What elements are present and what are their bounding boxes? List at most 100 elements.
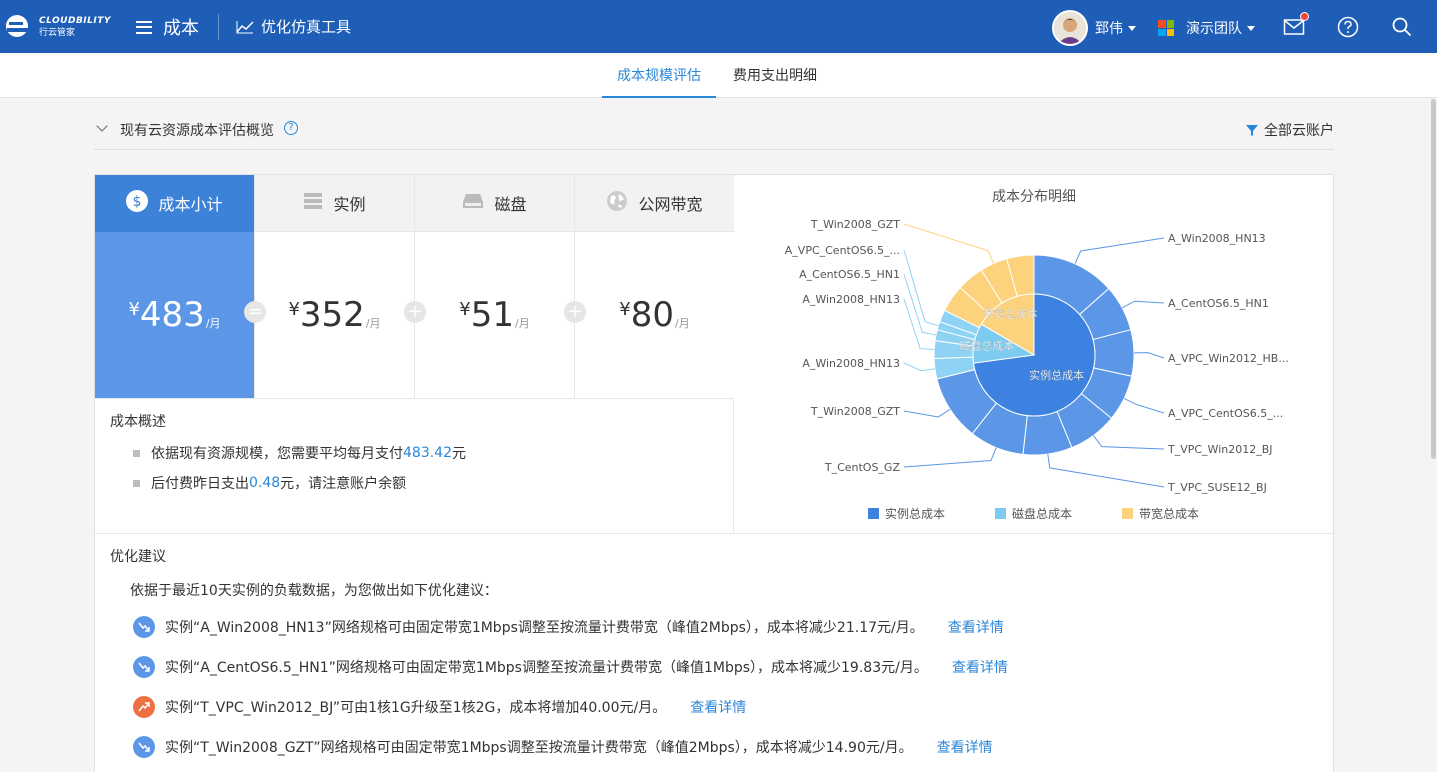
simulation-tool-link[interactable]: 优化仿真工具 — [236, 16, 351, 37]
summary-line-monthly: 依据现有资源规模，您需要平均每月支付 483.42 元 — [133, 443, 466, 463]
cost-col-disk: 磁盘 ¥51/月 — [415, 175, 575, 398]
tab-expense-details[interactable]: 费用支出明细 — [726, 53, 824, 98]
dollar-icon: $ — [126, 190, 149, 216]
main-menu-button[interactable]: 成本 — [136, 14, 199, 40]
suggestion-text: 实例“T_Win2008_GZT”网络规格可由固定带宽1Mbps调整至按流量计费… — [165, 740, 913, 756]
legend-label[interactable]: 带宽总成本 — [1139, 506, 1199, 521]
module-title: 成本 — [163, 18, 199, 39]
notification-dot — [1300, 12, 1309, 21]
cost-bandwidth-value: ¥80/月 — [619, 295, 690, 335]
search-icon[interactable] — [1391, 16, 1413, 38]
cost-col-total: $ 成本小计 ¥483/月 — [95, 175, 255, 398]
pie-slice-label: A_VPC_Win2012_HB... — [1168, 352, 1289, 365]
cost-col-label: 公网带宽 — [638, 195, 703, 214]
summary-title: 成本概述 — [110, 414, 166, 430]
top-navbar: CLOUDBILITY 行云管家 成本 优化仿真工具 郅伟 演示团队 — [0, 0, 1437, 53]
cost-distribution-chart: 成本分布明细 实例总成本 磁盘总成本 带宽总成本 A_Win2008_HN13 A_Ce… — [734, 175, 1334, 533]
optimization-intro: 依据于最近10天实例的负载数据，为您做出如下优化建议： — [130, 583, 498, 599]
pie-slice-label: A_Win2008_HN13 — [802, 293, 900, 306]
account-filter-label: 全部云账户 — [1264, 123, 1334, 139]
pie-leader-line — [1133, 352, 1165, 359]
monthly-cost-value: 483.42 — [403, 445, 452, 461]
optimization-title: 优化建议 — [110, 549, 166, 565]
view-details-link[interactable]: 查看详情 — [937, 737, 993, 757]
logo-text-cn: 行云管家 — [39, 27, 76, 38]
bullet-icon — [133, 479, 140, 487]
scrollbar-thumb[interactable] — [1431, 99, 1436, 459]
logo[interactable]: CLOUDBILITY 行云管家 — [4, 10, 114, 44]
tab-cost-assessment[interactable]: 成本规模评估 — [602, 53, 716, 98]
windows-logo-icon — [1158, 20, 1174, 36]
view-details-link[interactable]: 查看详情 — [952, 657, 1008, 677]
mail-icon[interactable] — [1283, 12, 1309, 38]
trend-down-icon — [133, 616, 155, 638]
simulation-tool-label: 优化仿真工具 — [261, 18, 352, 36]
disk-icon — [462, 193, 484, 213]
user-menu[interactable]: 郅伟 — [1095, 18, 1136, 38]
trend-down-icon — [133, 736, 155, 758]
cost-overview-card: $ 成本小计 ¥483/月 实例 ¥352/月 磁盘 ¥51/月 公网带宽 ¥ … — [94, 174, 1335, 772]
svg-text:$: $ — [133, 194, 142, 210]
user-name: 郅伟 — [1095, 21, 1123, 37]
suggestion-text: 实例“A_CentOS6.5_HN1”网络规格可由固定带宽1Mbps调整至按流量… — [165, 660, 928, 676]
legend-label[interactable]: 实例总成本 — [885, 506, 945, 521]
suggestion-item: 实例“T_Win2008_GZT”网络规格可由固定带宽1Mbps调整至按流量计费… — [133, 736, 993, 758]
pie-leader-line — [903, 447, 997, 468]
team-name: 演示团队 — [1186, 21, 1242, 37]
legend-swatch[interactable] — [868, 508, 879, 519]
legend-label[interactable]: 磁盘总成本 — [1012, 506, 1072, 521]
optimization-section: 优化建议 依据于最近10天实例的负载数据，为您做出如下优化建议： 实例“A_Wi… — [95, 533, 1335, 772]
overview-section-header: 现有云资源成本评估概览 ? 全部云账户 — [94, 110, 1334, 150]
line-chart-icon — [236, 20, 254, 33]
pie-slice-label: A_CentOS6.5_HN1 — [1168, 297, 1269, 310]
bullet-icon — [133, 449, 140, 457]
view-details-link[interactable]: 查看详情 — [948, 617, 1004, 637]
legend-swatch[interactable] — [995, 508, 1006, 519]
team-switcher[interactable]: 演示团队 — [1158, 18, 1255, 38]
chevron-down-icon[interactable] — [96, 120, 108, 132]
pie-slice-label: A_CentOS6.5_HN1 — [799, 268, 900, 281]
suggestion-text: 实例“T_VPC_Win2012_BJ”可由1核1G升级至1核2G，成本将增加4… — [165, 700, 667, 716]
pie-slice-label: T_VPC_Win2012_BJ — [1167, 443, 1273, 456]
plus-icon: + — [564, 301, 586, 323]
pie-slice-label: A_VPC_CentOS6.5_... — [785, 244, 900, 257]
caret-down-icon — [1128, 25, 1136, 31]
cost-col-label: 实例 — [333, 195, 366, 214]
suggestion-item: 实例“A_Win2008_HN13”网络规格可由固定带宽1Mbps调整至按流量计… — [133, 616, 1004, 638]
view-details-link[interactable]: 查看详情 — [690, 697, 746, 717]
question-icon[interactable]: ? — [284, 121, 298, 135]
server-icon — [303, 192, 323, 214]
logo-text-en: CLOUDBILITY — [39, 15, 111, 26]
suggestion-item: 实例“T_VPC_Win2012_BJ”可由1核1G升级至1核2G，成本将增加4… — [133, 696, 746, 718]
cost-col-instance: 实例 ¥352/月 — [255, 175, 415, 398]
logo-icon — [4, 12, 34, 42]
avatar[interactable] — [1052, 10, 1088, 46]
pie-inner-label: 磁盘总成本 — [959, 339, 1014, 353]
pie-slice-label: A_Win2008_HN13 — [802, 357, 900, 370]
cost-col-bandwidth: 公网带宽 ¥80/月 — [575, 175, 734, 398]
pie-leader-line — [1123, 398, 1165, 414]
account-filter[interactable]: 全部云账户 — [1246, 120, 1334, 140]
pie-leader-line — [903, 223, 995, 264]
pie-leader-line — [903, 362, 936, 372]
help-icon[interactable] — [1337, 16, 1359, 38]
summary-line-yesterday: 后付费昨日支出 0.48 元，请注意账户余额 — [133, 473, 406, 493]
header-divider — [218, 14, 219, 40]
pie-leader-line — [1047, 453, 1165, 488]
legend-swatch[interactable] — [1122, 508, 1133, 519]
pie-chart-svg: 实例总成本磁盘总成本带宽总成本A_Win2008_HN13A_CentOS6.5… — [785, 218, 1289, 521]
trend-down-icon — [133, 656, 155, 678]
plus-icon: + — [404, 301, 426, 323]
pie-leader-line — [1074, 237, 1165, 264]
caret-down-icon — [1247, 25, 1255, 31]
chart-title: 成本分布明细 — [992, 189, 1076, 205]
trend-up-icon — [133, 696, 155, 718]
pie-inner-label: 带宽总成本 — [983, 306, 1038, 320]
tab-bar: 成本规模评估 费用支出明细 — [0, 53, 1437, 98]
filter-icon — [1246, 125, 1258, 136]
pie-slice-label: T_Win2008_GZT — [810, 405, 900, 418]
pie-slice-label: T_VPC_SUSE12_BJ — [1167, 481, 1267, 494]
cost-breakdown: $ 成本小计 ¥483/月 实例 ¥352/月 磁盘 ¥51/月 公网带宽 ¥ … — [95, 175, 734, 398]
pie-slice-label: A_Win2008_HN13 — [1168, 232, 1266, 245]
suggestion-item: 实例“A_CentOS6.5_HN1”网络规格可由固定带宽1Mbps调整至按流量… — [133, 656, 1008, 678]
